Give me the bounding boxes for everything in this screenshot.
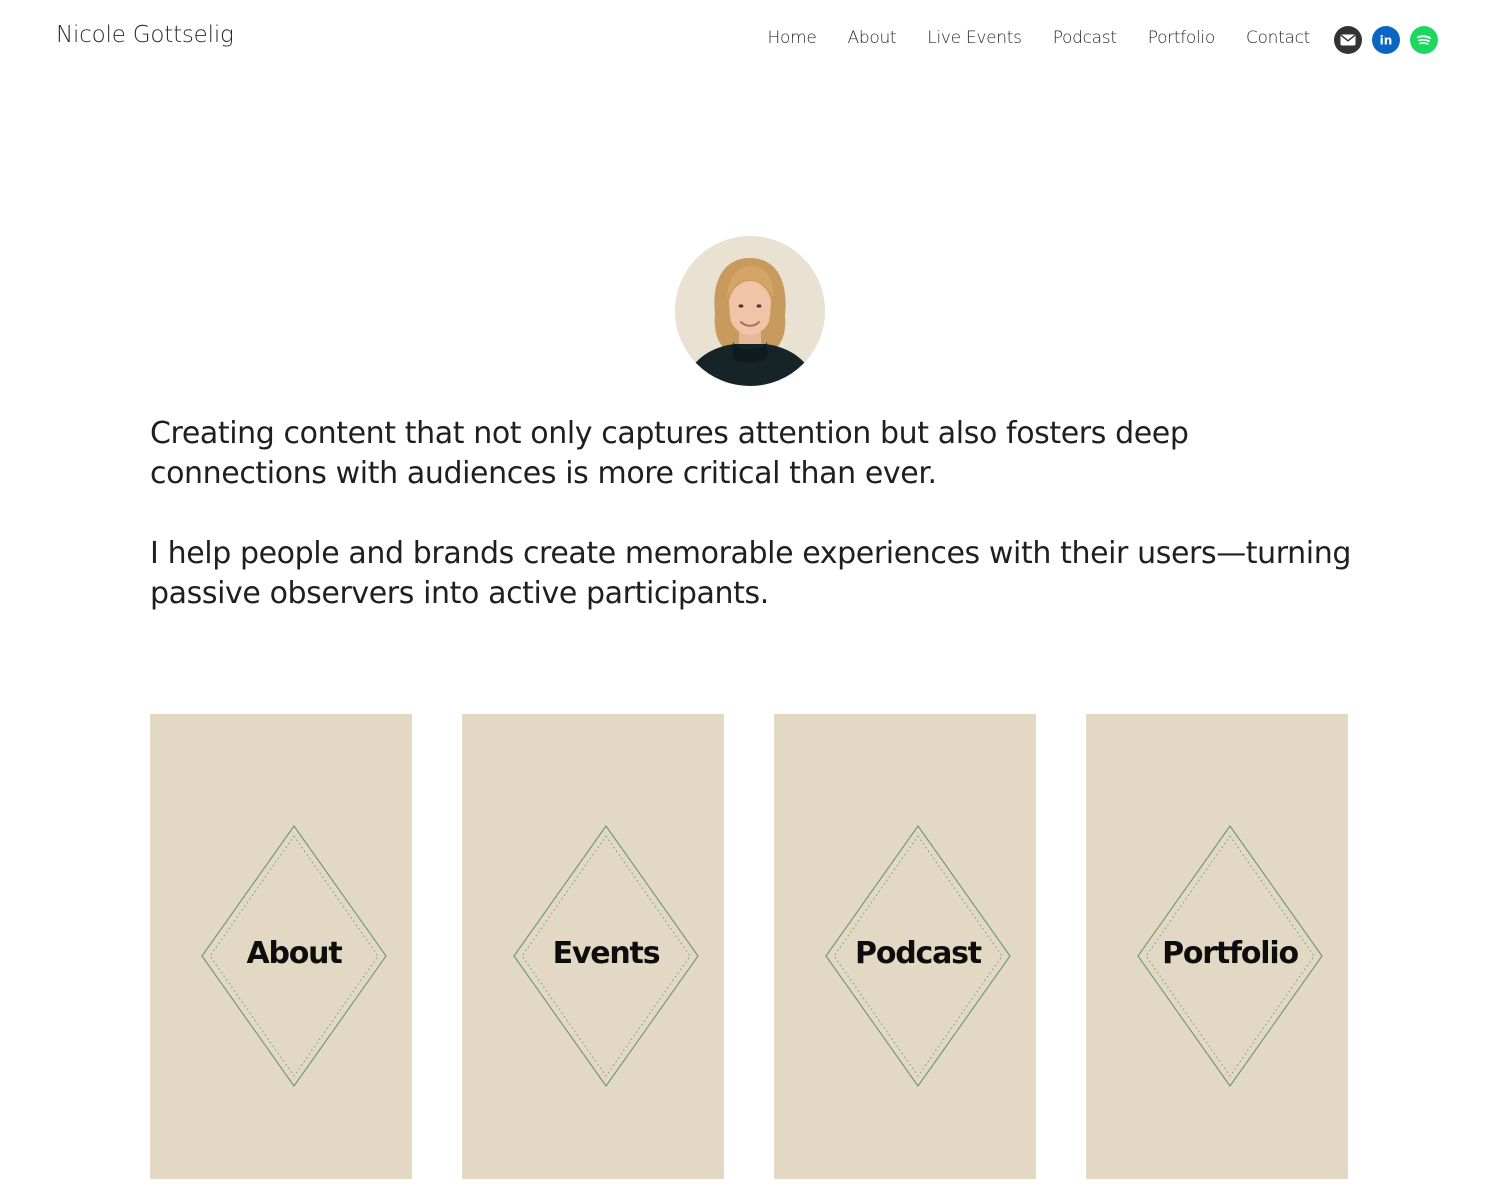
nav-podcast[interactable]: Podcast bbox=[1053, 28, 1117, 48]
social-links: in bbox=[1334, 26, 1438, 54]
site-title-link[interactable]: Nicole Gottselig bbox=[56, 22, 234, 48]
card-podcast-label: Podcast bbox=[855, 936, 982, 971]
intro-paragraph-2: I help people and brands create memorabl… bbox=[150, 536, 1351, 611]
card-about-label: About bbox=[246, 936, 342, 971]
nav-contact[interactable]: Contact bbox=[1246, 28, 1310, 48]
card-portfolio[interactable]: Portfolio bbox=[1086, 714, 1348, 1179]
intro-text: Creating content that not only captures … bbox=[150, 414, 1370, 614]
intro-paragraph-1: Creating content that not only captures … bbox=[150, 416, 1189, 491]
nav-portfolio[interactable]: Portfolio bbox=[1148, 28, 1216, 48]
nav-about[interactable]: About bbox=[848, 28, 897, 48]
spotify-icon[interactable] bbox=[1410, 26, 1438, 54]
page: Nicole Gottselig Home About Live Events … bbox=[0, 0, 1500, 1200]
card-events[interactable]: Events bbox=[462, 714, 724, 1179]
avatar bbox=[675, 236, 825, 386]
card-grid: About Events Podcast Portfolio bbox=[150, 714, 1348, 1179]
nav-home[interactable]: Home bbox=[768, 28, 817, 48]
nav-live-events[interactable]: Live Events bbox=[927, 28, 1022, 48]
card-portfolio-label: Portfolio bbox=[1162, 936, 1299, 971]
mail-icon[interactable] bbox=[1334, 26, 1362, 54]
main-nav: Home About Live Events Podcast Portfolio… bbox=[768, 28, 1311, 48]
linkedin-icon[interactable]: in bbox=[1372, 26, 1400, 54]
card-events-label: Events bbox=[552, 936, 661, 971]
portrait-image bbox=[675, 236, 825, 386]
card-podcast[interactable]: Podcast bbox=[774, 714, 1036, 1179]
svg-text:in: in bbox=[1380, 34, 1393, 48]
card-about[interactable]: About bbox=[150, 714, 412, 1179]
